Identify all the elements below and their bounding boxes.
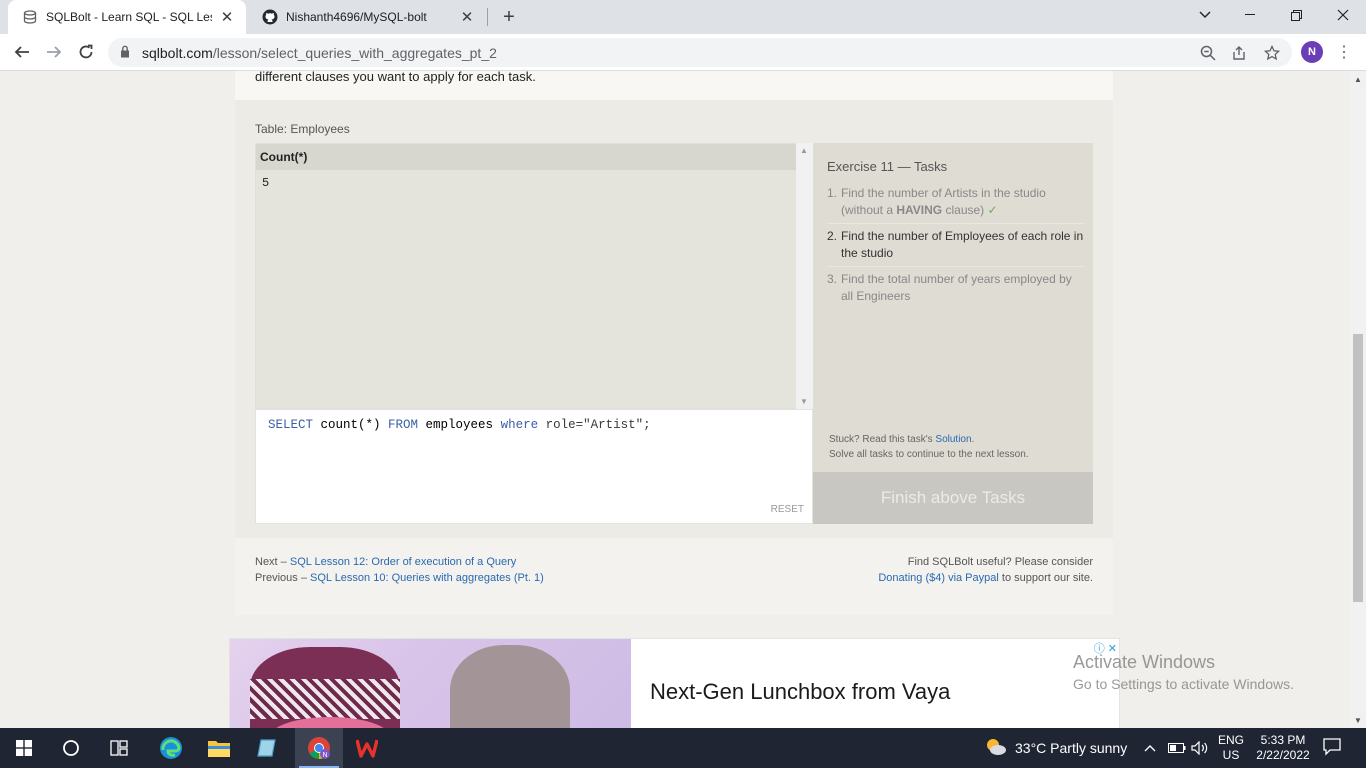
lock-icon[interactable] (120, 45, 130, 61)
browser-toolbar: sqlbolt.com/lesson/select_queries_with_a… (0, 34, 1366, 71)
close-window-button[interactable] (1320, 0, 1366, 30)
close-icon[interactable]: ✕ (458, 8, 476, 26)
activate-windows-watermark: Activate Windows Go to Settings to activ… (1073, 652, 1294, 692)
tab-title: SQLBolt - Learn SQL - SQL Lesso (46, 10, 212, 24)
finish-tasks-button[interactable]: Finish above Tasks (813, 472, 1093, 524)
table-caption: Table: Employees (255, 122, 350, 136)
reset-button[interactable]: RESET (771, 504, 804, 515)
github-icon (262, 9, 278, 25)
weather-widget[interactable]: 33°C Partly sunny (985, 728, 1127, 768)
notification-icon[interactable] (1322, 736, 1346, 760)
tab-github[interactable]: Nishanth4696/MySQL-bolt ✕ (248, 0, 486, 34)
partly-sunny-icon (985, 738, 1007, 759)
results-header: Count(*) (256, 144, 812, 170)
wps-office-icon[interactable] (343, 728, 391, 768)
address-bar[interactable]: sqlbolt.com/lesson/select_queries_with_a… (108, 38, 1292, 67)
file-explorer-icon[interactable] (195, 728, 243, 768)
page-viewport: different clauses you want to apply for … (0, 71, 1350, 728)
tasks-title: Exercise 11 — Tasks (827, 159, 948, 174)
help-text: Stuck? Read this task's Solution. Solve … (829, 434, 1029, 460)
intro-text: different clauses you want to apply for … (255, 71, 536, 84)
donate-note: Find SQLBolt useful? Please consider Don… (878, 556, 1093, 584)
svg-text:N: N (322, 752, 327, 759)
notes-app-icon[interactable] (243, 728, 291, 768)
results-cell: 5 (262, 176, 270, 190)
volume-icon[interactable] (1191, 728, 1209, 768)
tab-sqlbolt[interactable]: SQLBolt - Learn SQL - SQL Lesso ✕ (8, 0, 246, 34)
tasks-list: 1. Find the number of Artists in the stu… (827, 185, 1085, 313)
next-lesson-link[interactable]: SQL Lesson 12: Order of execution of a Q… (290, 556, 516, 568)
donate-link[interactable]: Donating ($4) via Paypal (878, 572, 998, 584)
lesson-intro: different clauses you want to apply for … (235, 71, 1113, 100)
database-icon (22, 9, 38, 25)
forward-button[interactable] (40, 38, 68, 66)
profile-avatar[interactable]: N (1301, 41, 1323, 63)
show-hidden-icons[interactable] (1144, 728, 1156, 768)
minimize-button[interactable] (1227, 0, 1273, 30)
tab-title: Nishanth4696/MySQL-bolt (286, 10, 427, 24)
battery-icon[interactable] (1168, 728, 1186, 768)
tab-separator (487, 8, 488, 26)
reload-button[interactable] (72, 38, 100, 66)
page-scrollbar[interactable]: ▲ ▼ (1350, 71, 1366, 728)
bookmark-star-icon[interactable] (1262, 43, 1282, 63)
windows-start-icon[interactable] (0, 728, 48, 768)
restore-button[interactable] (1273, 0, 1319, 30)
lesson-navigation: Next – SQL Lesson 12: Order of execution… (255, 556, 544, 584)
ad-image[interactable] (230, 639, 631, 728)
scroll-up-icon[interactable]: ▲ (800, 146, 808, 155)
task-item: 1. Find the number of Artists in the stu… (827, 185, 1085, 224)
task-view-icon[interactable] (95, 728, 143, 768)
back-button[interactable] (8, 38, 36, 66)
scrollbar-thumb[interactable] (1353, 334, 1363, 602)
results-scrollbar[interactable]: ▲ ▼ (796, 143, 813, 409)
advertisement[interactable]: Next-Gen Lunchbox from Vaya ⓘ ✕ (229, 638, 1120, 728)
chrome-icon[interactable]: N (295, 728, 343, 768)
task-item-current: 2. Find the number of Employees of each … (827, 228, 1085, 267)
scroll-down-icon[interactable]: ▼ (1354, 716, 1362, 725)
windows-taskbar: N 33°C Partly sunny ENG US 5:33 PM 2/22/… (0, 728, 1366, 768)
clock[interactable]: 5:33 PM 2/22/2022 (1252, 733, 1314, 763)
language-indicator[interactable]: ENG US (1218, 733, 1244, 763)
new-tab-button[interactable]: + (497, 5, 521, 29)
solution-link[interactable]: Solution (935, 434, 971, 445)
sql-query[interactable]: SELECT count(*) FROM employees where rol… (268, 418, 651, 432)
tab-strip: SQLBolt - Learn SQL - SQL Lesso ✕ Nishan… (0, 0, 1366, 34)
search-icon[interactable] (47, 728, 95, 768)
tasks-panel: Exercise 11 — Tasks 1. Find the number o… (813, 143, 1093, 524)
url-text: sqlbolt.com/lesson/select_queries_with_a… (142, 45, 497, 61)
exercise-panel: Table: Employees Count(*) 5 ▲ ▼ SELECT c… (235, 100, 1113, 538)
close-icon[interactable]: ✕ (218, 8, 236, 26)
checkmark-icon: ✓ (987, 203, 998, 217)
lesson-card: different clauses you want to apply for … (235, 71, 1113, 615)
tab-search-icon[interactable] (1182, 0, 1228, 30)
task-item: 3. Find the total number of years employ… (827, 272, 1072, 303)
edge-browser-icon[interactable] (147, 728, 195, 768)
ad-headline[interactable]: Next-Gen Lunchbox from Vaya (650, 679, 950, 705)
sql-editor[interactable]: SELECT count(*) FROM employees where rol… (255, 409, 813, 524)
share-icon[interactable] (1229, 43, 1249, 63)
more-menu-icon[interactable]: ⋮ (1336, 40, 1352, 64)
scroll-up-icon[interactable]: ▲ (1354, 75, 1362, 84)
previous-lesson-link[interactable]: SQL Lesson 10: Queries with aggregates (… (310, 572, 544, 584)
zoom-icon[interactable] (1198, 43, 1218, 63)
results-table: Count(*) 5 (255, 143, 813, 409)
lesson-footer: Next – SQL Lesson 12: Order of execution… (235, 538, 1113, 615)
scroll-down-icon[interactable]: ▼ (800, 397, 808, 406)
